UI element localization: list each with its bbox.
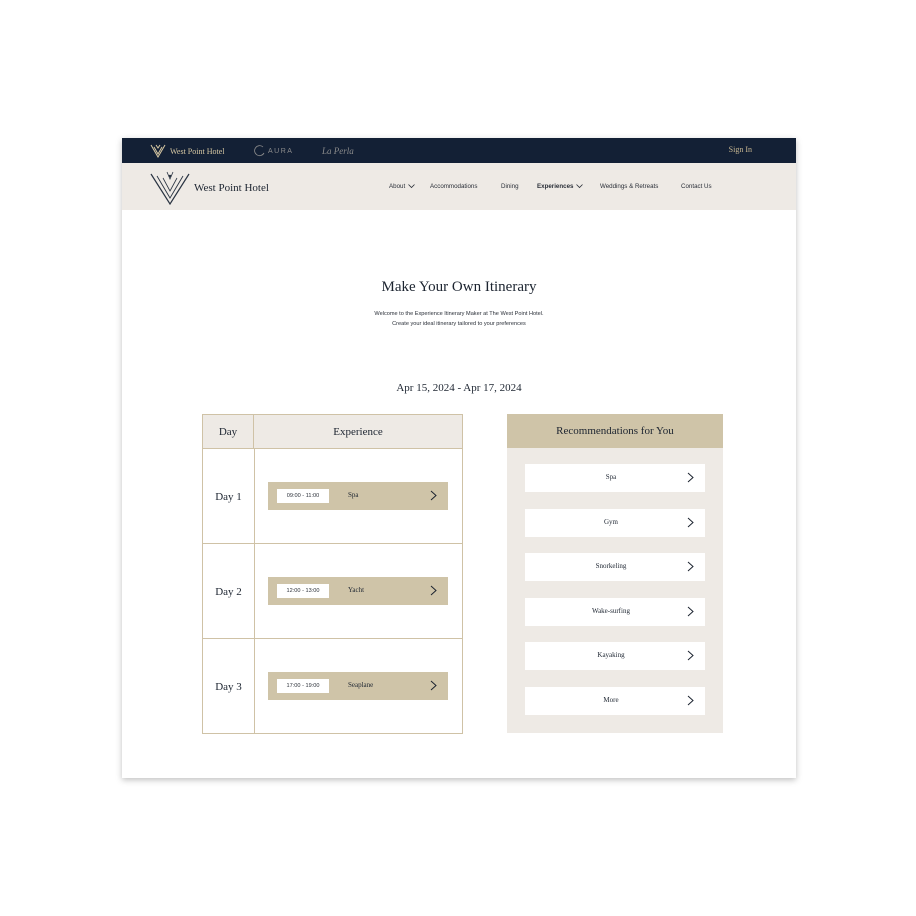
experience-slot[interactable]: 17:00 - 19:00 Seaplane bbox=[268, 672, 448, 700]
recommendation-label: More bbox=[603, 696, 619, 704]
brand-label: West Point Hotel bbox=[170, 146, 225, 156]
nav-label: Experiences bbox=[537, 183, 574, 190]
site-logo[interactable]: West Point Hotel bbox=[150, 171, 269, 205]
row-divider bbox=[203, 448, 462, 449]
chevron-right-icon bbox=[687, 561, 694, 572]
hotel-emblem-icon bbox=[150, 144, 166, 158]
nav-experiences[interactable]: Experiences bbox=[537, 183, 584, 190]
recommendations-title: Recommendations for You bbox=[507, 414, 723, 448]
nav-dining[interactable]: Dining bbox=[501, 183, 519, 190]
nav-label: Accommodations bbox=[430, 183, 478, 190]
itinerary-table: Day Experience Day 1 09:00 - 11:00 Spa D… bbox=[202, 414, 463, 734]
recommendation-label: Wake-surfing bbox=[592, 607, 630, 615]
intro-text-line-2: Create your ideal itinerary tailored to … bbox=[392, 321, 526, 327]
recommendation-item[interactable]: Spa bbox=[525, 464, 705, 492]
intro-text-line-1: Welcome to the Experience Itinerary Make… bbox=[374, 311, 544, 317]
chevron-right-icon bbox=[687, 650, 694, 661]
recommendation-label: Gym bbox=[604, 518, 618, 526]
chevron-right-icon bbox=[687, 517, 694, 528]
experience-name: Seaplane bbox=[348, 681, 374, 689]
time-field[interactable]: 17:00 - 19:00 bbox=[277, 679, 329, 693]
brand-label: La Perla bbox=[322, 146, 354, 156]
recommendation-item-more[interactable]: More bbox=[525, 687, 705, 715]
row-divider bbox=[203, 638, 462, 639]
brand-link-la-perla[interactable]: La Perla bbox=[322, 143, 354, 159]
brand-label: AURA bbox=[268, 147, 294, 155]
chevron-right-icon bbox=[687, 472, 694, 483]
hotel-logo-icon bbox=[150, 171, 190, 205]
nav-label: Contact Us bbox=[681, 183, 712, 190]
chevron-right-icon bbox=[430, 585, 437, 596]
nav-label: Weddings & Retreats bbox=[600, 183, 659, 190]
experience-slot[interactable]: 12:00 - 13:00 Yacht bbox=[268, 577, 448, 605]
experience-name: Spa bbox=[348, 491, 359, 499]
recommendation-item[interactable]: Gym bbox=[525, 509, 705, 537]
chevron-down-icon bbox=[408, 184, 415, 189]
recommendations-panel: Recommendations for You Spa Gym Snorkeli… bbox=[507, 414, 723, 733]
logo-text: West Point Hotel bbox=[194, 182, 269, 194]
recommendation-item[interactable]: Wake-surfing bbox=[525, 598, 705, 626]
column-divider bbox=[254, 448, 255, 733]
chevron-right-icon bbox=[687, 606, 694, 617]
recommendation-item[interactable]: Kayaking bbox=[525, 642, 705, 670]
brand-topbar: West Point Hotel AURA La Perla Sign In bbox=[122, 138, 796, 163]
chevron-down-icon bbox=[576, 184, 584, 189]
time-field[interactable]: 12:00 - 13:00 bbox=[277, 584, 329, 598]
row-divider bbox=[203, 543, 462, 544]
nav-label: Dining bbox=[501, 183, 519, 190]
recommendation-label: Kayaking bbox=[597, 651, 625, 659]
recommendation-item[interactable]: Snorkeling bbox=[525, 553, 705, 581]
column-header-day: Day bbox=[203, 415, 254, 448]
page-title: Make Your Own Itinerary bbox=[381, 279, 537, 295]
chevron-right-icon bbox=[430, 490, 437, 501]
page-frame: West Point Hotel AURA La Perla Sign In W… bbox=[122, 138, 796, 778]
nav-accommodations[interactable]: Accommodations bbox=[430, 183, 477, 190]
recommendation-label: Spa bbox=[605, 473, 617, 481]
nav-about[interactable]: About bbox=[389, 183, 415, 190]
chevron-right-icon bbox=[687, 695, 694, 706]
time-field[interactable]: 09:00 - 11:00 bbox=[277, 489, 329, 503]
column-header-experience: Experience bbox=[254, 415, 462, 448]
recommendation-label: Snorkeling bbox=[595, 562, 627, 570]
chevron-right-icon bbox=[430, 680, 437, 691]
nav-weddings-retreats[interactable]: Weddings & Retreats bbox=[600, 183, 658, 190]
main-navbar: West Point Hotel About Accommodations Di… bbox=[122, 163, 796, 210]
day-label: Day 3 bbox=[215, 681, 242, 693]
day-label: Day 2 bbox=[215, 586, 242, 598]
experience-slot[interactable]: 09:00 - 11:00 Spa bbox=[268, 482, 448, 510]
aura-logo-icon bbox=[254, 145, 265, 157]
brand-link-aura[interactable]: AURA bbox=[254, 143, 293, 159]
experience-name: Yacht bbox=[348, 586, 365, 594]
day-label: Day 1 bbox=[215, 491, 242, 503]
brand-link-west-point[interactable]: West Point Hotel bbox=[150, 143, 224, 159]
nav-contact-us[interactable]: Contact Us bbox=[681, 183, 712, 190]
nav-label: About bbox=[389, 183, 406, 190]
sign-in-link[interactable]: Sign In bbox=[729, 145, 752, 154]
date-range[interactable]: Apr 15, 2024 - Apr 17, 2024 bbox=[122, 382, 796, 394]
